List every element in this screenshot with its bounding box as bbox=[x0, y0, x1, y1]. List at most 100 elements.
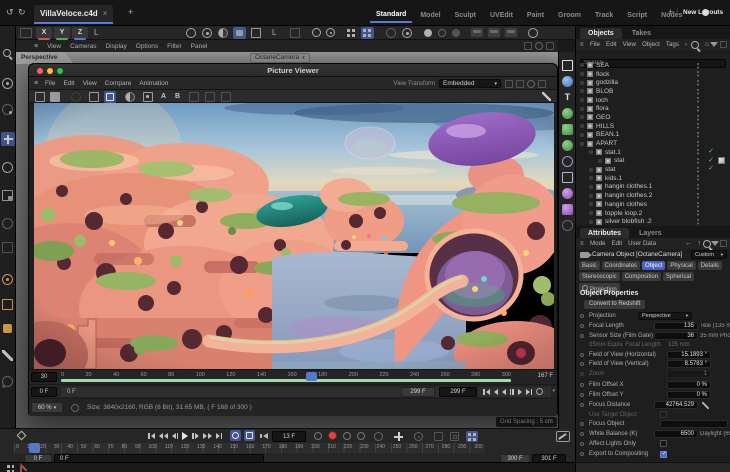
object-tree-row[interactable]: loch ✓ bbox=[576, 96, 730, 105]
expand-toggle-icon[interactable] bbox=[580, 63, 584, 67]
layout-tab[interactable]: Script bbox=[621, 9, 653, 22]
manager-tab[interactable]: Takes bbox=[624, 28, 659, 39]
visibility-dots-icon[interactable] bbox=[697, 184, 700, 190]
timeline-ruler[interactable]: 0102030405060708090100110120130140150160… bbox=[14, 443, 485, 453]
projection-dropdown[interactable]: Perspective ▾ bbox=[638, 312, 692, 320]
objects-menu-item[interactable]: Object bbox=[642, 41, 660, 48]
redo-icon[interactable]: ↻ bbox=[18, 8, 26, 17]
close-window-button[interactable] bbox=[37, 68, 43, 74]
visibility-dots-icon[interactable] bbox=[697, 63, 700, 69]
picture-viewer-window[interactable]: Picture Viewer ≡ FileEditViewCompareAnim… bbox=[28, 63, 558, 415]
visibility-dots-icon[interactable] bbox=[697, 149, 700, 155]
expand-toggle-icon[interactable] bbox=[580, 98, 584, 102]
expand-toggle-icon[interactable] bbox=[580, 133, 584, 137]
magnet-tool-icon[interactable] bbox=[2, 242, 13, 253]
field-object-icon[interactable] bbox=[562, 140, 573, 151]
scale-tool-icon[interactable] bbox=[2, 190, 13, 201]
axis-z-button[interactable]: Z bbox=[72, 27, 88, 39]
pv-menu-item[interactable]: Edit bbox=[63, 80, 74, 87]
edges-mode-icon[interactable] bbox=[2, 299, 13, 310]
objects-menu-item[interactable]: › bbox=[685, 41, 687, 48]
viewport-menu-item[interactable]: View bbox=[47, 43, 61, 50]
pv-range-start-field[interactable]: 0 F bbox=[31, 387, 57, 397]
attributes-menu-item[interactable]: Mode bbox=[590, 240, 605, 247]
objects-menu-item[interactable]: Edit bbox=[606, 41, 617, 48]
visibility-dots-icon[interactable] bbox=[697, 106, 700, 112]
loop-mode-button[interactable] bbox=[230, 430, 241, 441]
visibility-dots-icon[interactable] bbox=[697, 202, 700, 208]
settings-gear-icon[interactable] bbox=[527, 80, 535, 88]
up-arrow-icon[interactable]: ↑ bbox=[698, 240, 702, 247]
focus-object-field[interactable] bbox=[660, 420, 728, 428]
object-tree-row[interactable]: stat ✓ bbox=[576, 157, 730, 166]
expand-toggle-icon[interactable] bbox=[589, 194, 593, 198]
attributes-menu-item[interactable]: User Data bbox=[628, 240, 656, 247]
layout-tab[interactable]: UVEdit bbox=[484, 9, 519, 22]
expand-toggle-icon[interactable] bbox=[580, 89, 584, 93]
render-view-icon[interactable] bbox=[470, 27, 484, 38]
set-b-button[interactable]: B bbox=[175, 93, 180, 100]
expand-toggle-icon[interactable] bbox=[589, 185, 593, 189]
expand-toggle-icon[interactable] bbox=[589, 211, 593, 215]
visibility-dots-icon[interactable] bbox=[697, 175, 700, 181]
expand-toggle-icon[interactable] bbox=[589, 202, 593, 206]
object-tree-row[interactable]: HILLS ✓ bbox=[576, 122, 730, 131]
dynamics-icon[interactable] bbox=[562, 204, 573, 215]
mograph-icon[interactable] bbox=[562, 188, 573, 199]
single-view-icon[interactable] bbox=[89, 92, 99, 102]
axis-mode-icon[interactable]: L bbox=[272, 29, 276, 37]
key-pla-icon[interactable] bbox=[450, 432, 459, 441]
pv-pause-button[interactable] bbox=[508, 386, 516, 397]
pv-goto-start-button[interactable] bbox=[481, 386, 492, 397]
zoom-window-button[interactable] bbox=[57, 68, 63, 74]
move-tool-icon[interactable] bbox=[1, 132, 15, 146]
visibility-dots-icon[interactable] bbox=[697, 210, 700, 216]
primitive-sphere-icon[interactable] bbox=[562, 76, 573, 87]
attribute-tab-chip[interactable]: Basic bbox=[579, 261, 600, 270]
object-tree-row[interactable]: hangin clothes ✓ bbox=[576, 200, 730, 209]
pv-goto-end-button[interactable] bbox=[524, 386, 535, 397]
pv-transport-menu-icon[interactable]: ▾ bbox=[552, 388, 555, 394]
expand-toggle-icon[interactable] bbox=[580, 107, 584, 111]
expand-toggle-icon[interactable] bbox=[589, 168, 593, 172]
key-all-icon[interactable] bbox=[466, 431, 478, 442]
attribute-tab-chip[interactable]: Spherical bbox=[663, 272, 694, 281]
axis-x-button[interactable]: X bbox=[36, 27, 52, 39]
cloner-icon[interactable] bbox=[562, 124, 573, 135]
visibility-dots-icon[interactable] bbox=[697, 141, 700, 147]
object-tree-row[interactable]: stat ✓ bbox=[576, 165, 730, 174]
spline-tool-icon[interactable] bbox=[2, 376, 13, 387]
object-tree-row[interactable]: stat.1 ✓ bbox=[576, 148, 730, 157]
sensor-size-preset[interactable]: 35 mm Phot bbox=[700, 333, 730, 339]
export-compositing-checkbox[interactable] bbox=[660, 451, 667, 458]
prev-key-button[interactable] bbox=[157, 430, 170, 441]
layout-tab[interactable]: Groom bbox=[552, 9, 587, 22]
workplane-icon[interactable] bbox=[346, 28, 356, 38]
expand-toggle-icon[interactable] bbox=[580, 124, 584, 128]
next-key-button[interactable] bbox=[201, 430, 214, 441]
text-object-icon[interactable]: T bbox=[562, 92, 573, 103]
dim-tool-icon[interactable] bbox=[386, 28, 396, 38]
objects-menu-item[interactable]: View bbox=[623, 41, 636, 48]
object-tree-row[interactable]: kids.1 ✓ bbox=[576, 174, 730, 183]
visibility-dots-icon[interactable] bbox=[697, 115, 700, 121]
expand-toggle-icon[interactable] bbox=[580, 115, 584, 119]
focal-length-field[interactable]: 135 bbox=[654, 322, 698, 330]
view-transform-dropdown[interactable]: Embedded ▾ bbox=[439, 79, 501, 88]
pick-focus-icon[interactable] bbox=[702, 402, 709, 409]
expand-toggle-icon[interactable] bbox=[589, 176, 593, 180]
panel-icon[interactable] bbox=[720, 41, 727, 48]
anim-dot-icon[interactable] bbox=[580, 314, 584, 318]
expand-toggle-icon[interactable] bbox=[589, 150, 593, 154]
visibility-dots-icon[interactable] bbox=[697, 132, 700, 138]
rotate-tool-icon[interactable] bbox=[2, 162, 13, 173]
close-tab-icon[interactable]: × bbox=[103, 9, 108, 18]
anim-dot-icon[interactable] bbox=[580, 324, 584, 328]
object-tree-row[interactable]: SEA ✓ bbox=[576, 61, 730, 70]
visibility-dots-icon[interactable] bbox=[697, 219, 700, 225]
visibility-dots-icon[interactable] bbox=[697, 123, 700, 129]
anim-dot-icon[interactable] bbox=[580, 452, 584, 456]
next-frame-button[interactable] bbox=[190, 430, 201, 441]
sync-icon[interactable] bbox=[535, 42, 543, 50]
render-picture-viewer-icon[interactable] bbox=[487, 27, 501, 38]
